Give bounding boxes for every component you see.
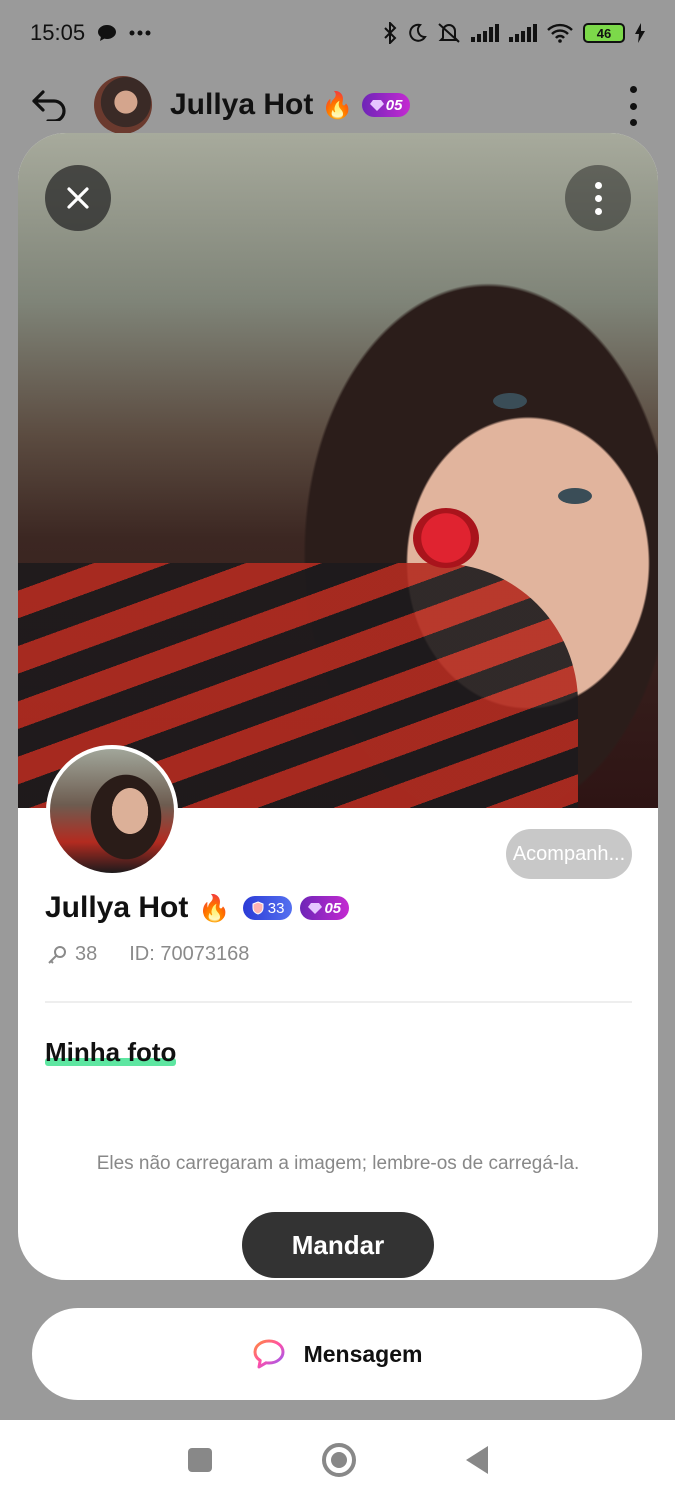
wealth-badge-value: 33 — [267, 899, 285, 917]
dot-icon — [594, 181, 602, 189]
nav-back-button[interactable] — [465, 1446, 488, 1474]
back-arrow-icon — [32, 90, 66, 121]
level-badge: 05 — [300, 896, 350, 920]
status-time: 15:05 — [30, 20, 86, 45]
follow-button[interactable]: Acompanh... — [506, 829, 632, 879]
modal-more-button[interactable] — [565, 165, 631, 231]
more-dots-icon — [129, 30, 151, 36]
fire-emoji: 🔥 — [321, 89, 354, 120]
dot-icon — [629, 102, 637, 110]
dot-icon — [629, 119, 637, 126]
section-title: Minha foto — [45, 1037, 177, 1067]
status-left: 15:05 — [30, 20, 151, 46]
followers-count: 38 — [75, 943, 98, 965]
level-badge-value: 05 — [385, 96, 403, 114]
header-avatar[interactable] — [94, 76, 152, 134]
status-right: 46 — [383, 22, 645, 44]
wifi-icon — [547, 23, 573, 43]
battery-icon: 46 — [583, 23, 625, 43]
dot-icon — [594, 194, 602, 202]
signal-icon-2 — [509, 24, 537, 42]
chat-bubble-icon — [97, 24, 117, 42]
signal-icon — [471, 24, 499, 42]
section-title-wrap: Minha foto — [45, 1037, 177, 1068]
message-icon — [253, 1339, 285, 1369]
message-label: Mensagem — [303, 1340, 423, 1367]
profile-card: Acompanh... Jullya Hot 🔥 33 05 38 ID: 70… — [18, 133, 658, 1280]
moon-icon — [407, 23, 427, 43]
key-icon — [48, 945, 66, 964]
header-name: Jullya Hot — [170, 88, 314, 121]
level-badge-value: 05 — [324, 899, 342, 917]
fire-emoji: 🔥 — [198, 892, 231, 923]
bluetooth-icon — [383, 22, 397, 44]
shield-icon — [252, 901, 264, 915]
send-button[interactable]: Mandar — [242, 1212, 434, 1278]
diamond-icon — [308, 903, 323, 914]
message-button[interactable]: Mensagem — [32, 1308, 642, 1400]
wealth-badge: 33 — [242, 896, 293, 920]
cover-photo — [18, 133, 658, 808]
dot-icon — [629, 86, 637, 93]
cover-lips — [413, 508, 479, 568]
empty-photos-hint: Eles não carregaram a imagem; lembre-os … — [96, 1153, 580, 1174]
navigation-bar — [0, 1420, 675, 1500]
back-button[interactable] — [28, 83, 72, 127]
status-bar: 15:05 46 — [0, 0, 675, 66]
cover-eye — [493, 393, 527, 409]
header-more-button[interactable] — [621, 86, 645, 126]
home-icon — [330, 1452, 347, 1468]
divider — [45, 1001, 632, 1003]
user-id: ID: 70073168 — [129, 943, 250, 965]
profile-name-row: Jullya Hot 🔥 33 05 — [45, 891, 350, 925]
diamond-icon — [369, 100, 384, 111]
profile-meta: 38 ID: 70073168 — [47, 943, 249, 966]
close-icon — [67, 187, 89, 209]
chat-header: Jullya Hot 🔥 05 — [0, 70, 675, 140]
charging-icon — [635, 23, 645, 43]
recents-button[interactable] — [187, 1448, 212, 1472]
home-button[interactable] — [321, 1443, 356, 1477]
profile-name: Jullya Hot — [45, 891, 189, 924]
close-button[interactable] — [45, 165, 111, 231]
level-badge: 05 — [361, 93, 411, 117]
profile-avatar[interactable] — [46, 745, 178, 877]
mute-icon — [437, 22, 461, 44]
dot-icon — [594, 207, 602, 215]
cover-eye — [558, 488, 592, 504]
